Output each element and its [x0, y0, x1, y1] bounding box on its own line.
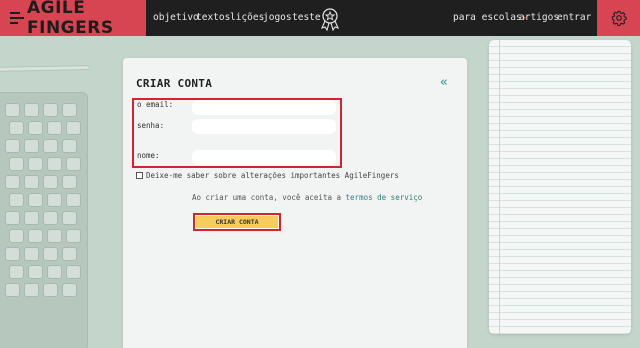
page-title: CRIAR CONTA: [136, 77, 213, 90]
keyboard-key-decoration: [47, 265, 62, 279]
keyboard-key-decoration: [9, 265, 24, 279]
keyboard-key-decoration: [24, 175, 39, 189]
submit-button-highlight: CRIAR CONTA: [193, 213, 281, 231]
nav-link-entrar[interactable]: entrar: [557, 12, 591, 23]
keyboard-key-decoration: [62, 247, 77, 261]
terms-text: Ao criar uma conta, você aceita a termos…: [192, 193, 422, 202]
password-field[interactable]: [192, 119, 336, 134]
gear-icon: [611, 10, 627, 26]
keyboard-key-decoration: [5, 247, 20, 261]
keyboard-key-decoration: [62, 103, 77, 117]
create-account-button[interactable]: CRIAR CONTA: [196, 216, 278, 228]
logo-text: AGILE FINGERS: [27, 0, 114, 38]
keyboard-key-decoration: [43, 175, 58, 189]
keyboard-key-decoration: [5, 175, 20, 189]
nav-link-textos[interactable]: textos: [196, 12, 230, 23]
keyboard-key-decoration: [5, 283, 20, 297]
keyboard-key-decoration: [47, 157, 62, 171]
keyboard-key-decoration: [28, 229, 43, 243]
keyboard-key-decoration: [43, 103, 58, 117]
keyboard-key-decoration: [66, 193, 81, 207]
keyboard-key-decoration: [28, 157, 43, 171]
keyboard-key-decoration: [66, 265, 81, 279]
newsletter-checkbox[interactable]: [136, 172, 143, 179]
keyboard-key-decoration: [47, 193, 62, 207]
nav-link-para-escolas[interactable]: para escolas▾: [453, 12, 527, 23]
password-label: senha:: [137, 121, 165, 130]
nav-link-licoes[interactable]: lições: [230, 12, 264, 23]
keyboard-key-decoration: [24, 247, 39, 261]
nav-link-objetivo[interactable]: objetivo: [153, 12, 199, 23]
keyboard-key-decoration: [66, 121, 81, 135]
keyboard-key-decoration: [62, 211, 77, 225]
keyboard-key-decoration: [62, 283, 77, 297]
name-field[interactable]: [192, 150, 336, 165]
keyboard-key-decoration: [9, 229, 24, 243]
keyboard-key-decoration: [24, 283, 39, 297]
keyboard-key-decoration: [5, 103, 20, 117]
award-ribbon-icon[interactable]: [319, 7, 341, 31]
nav-link-artigos[interactable]: artigos: [519, 12, 559, 23]
keyboard-key-decoration: [9, 121, 24, 135]
keyboard-key-decoration: [24, 103, 39, 117]
terms-prefix: Ao criar uma conta, você aceita a: [192, 193, 346, 202]
terms-of-service-link[interactable]: termos de serviço: [346, 193, 423, 202]
newsletter-label: Deixe-me saber sobre alterações importan…: [146, 171, 399, 180]
keyboard-key-decoration: [24, 211, 39, 225]
keyboard-key-decoration: [5, 139, 20, 153]
keyboard-key-decoration: [9, 157, 24, 171]
nav-link-jogos[interactable]: jogos: [263, 12, 292, 23]
keyboard-key-decoration: [43, 247, 58, 261]
name-label: nome:: [137, 151, 160, 160]
top-navbar: AGILE FINGERS objetivo textos lições jog…: [0, 0, 640, 38]
keyboard-key-decoration: [28, 265, 43, 279]
double-chevron-left-icon[interactable]: «: [440, 75, 448, 90]
email-label: o email:: [137, 100, 174, 109]
keyboard-key-decoration: [62, 175, 77, 189]
keyboard-key-decoration: [9, 193, 24, 207]
keyboard-key-decoration: [66, 157, 81, 171]
keyboard-key-decoration: [24, 139, 39, 153]
keyboard-decoration: [0, 92, 88, 348]
keyboard-key-decoration: [28, 193, 43, 207]
keyboard-key-decoration: [5, 211, 20, 225]
keyboard-key-decoration: [43, 211, 58, 225]
settings-button[interactable]: [597, 0, 640, 36]
keyboard-key-decoration: [47, 229, 62, 243]
keyboard-key-decoration: [66, 229, 81, 243]
keyboard-key-decoration: [47, 121, 62, 135]
keyboard-key-decoration: [62, 139, 77, 153]
keyboard-key-decoration: [28, 121, 43, 135]
nav-link-teste[interactable]: teste: [292, 12, 321, 23]
logo[interactable]: AGILE FINGERS: [0, 0, 146, 38]
logo-speed-lines-icon: [10, 12, 24, 24]
notebook-decoration: [489, 40, 631, 334]
email-field[interactable]: [192, 100, 336, 115]
nav-link-para-escolas-label: para escolas: [453, 12, 522, 23]
keyboard-key-decoration: [43, 139, 58, 153]
keyboard-key-decoration: [43, 283, 58, 297]
